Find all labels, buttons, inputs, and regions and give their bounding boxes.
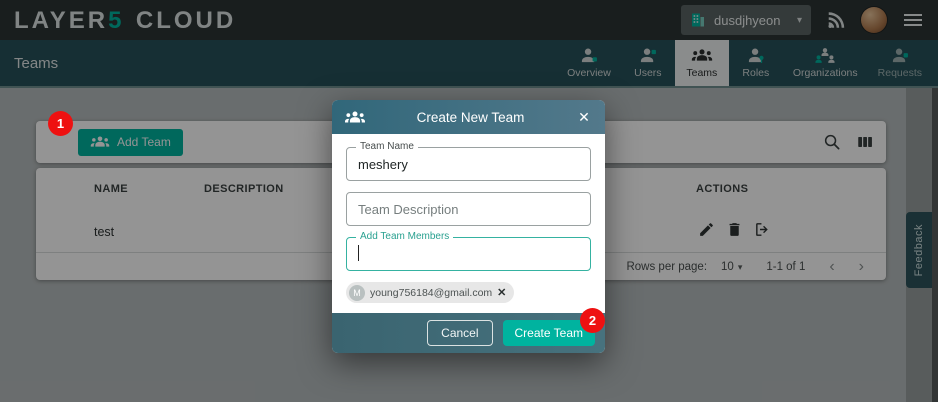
team-description-field[interactable]: Team Description: [346, 192, 591, 226]
cancel-button[interactable]: Cancel: [427, 320, 492, 346]
team-name-field[interactable]: Team Name meshery: [346, 147, 591, 181]
modal-title: Create New Team: [366, 110, 575, 125]
team-description-placeholder: Team Description: [358, 202, 458, 217]
member-email: young756184@gmail.com: [370, 287, 492, 299]
modal-body: Team Name meshery Team Description Add T…: [332, 134, 605, 303]
member-chip[interactable]: M young756184@gmail.com ✕: [346, 282, 514, 303]
add-team-members-field[interactable]: Add Team Members: [346, 237, 591, 271]
people-group-icon: [344, 110, 366, 125]
member-avatar: M: [349, 285, 365, 301]
add-team-members-label: Add Team Members: [356, 231, 453, 242]
annotation-step-2: 2: [580, 308, 605, 333]
close-icon[interactable]: ✕: [575, 109, 593, 126]
modal-header: Create New Team ✕: [332, 100, 605, 134]
team-name-label: Team Name: [356, 141, 418, 152]
team-name-value: meshery: [358, 157, 408, 172]
modal-footer: Cancel Create Team: [332, 313, 605, 353]
create-team-modal: Create New Team ✕ Team Name meshery Team…: [332, 100, 605, 353]
annotation-step-1: 1: [48, 111, 73, 136]
remove-member-icon[interactable]: ✕: [497, 286, 506, 299]
text-cursor: [358, 245, 359, 261]
